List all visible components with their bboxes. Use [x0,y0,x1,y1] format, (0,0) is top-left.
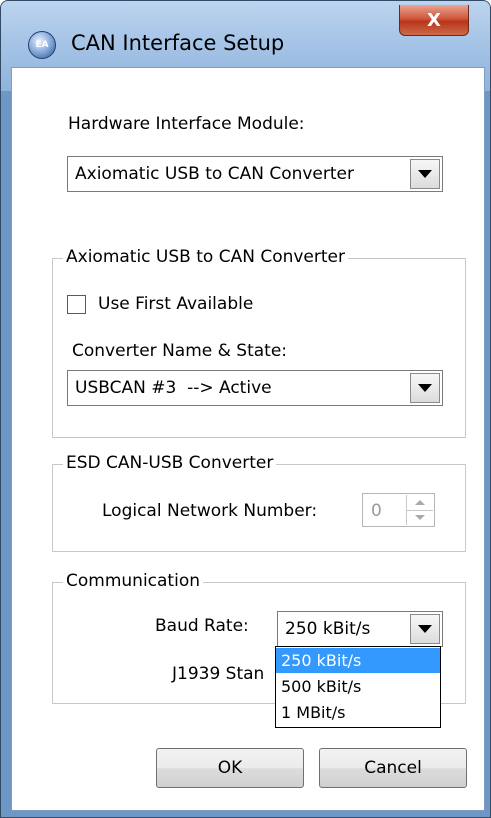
chevron-down-icon [418,170,432,178]
logical-network-label: Logical Network Number: [102,501,318,521]
baud-option-500[interactable]: 500 kBit/s [276,674,440,699]
converter-dropdown-button[interactable] [410,373,440,403]
axiomatic-group-legend: Axiomatic USB to CAN Converter [63,247,348,267]
window-title: CAN Interface Setup [71,31,285,55]
close-button[interactable]: X [399,5,469,36]
logical-network-spinner[interactable]: 0 [362,493,435,527]
chevron-down-icon [418,384,432,392]
spinner-up-button[interactable] [407,495,433,511]
hardware-dropdown-button[interactable] [410,159,440,189]
spinner-down-button[interactable] [407,510,433,525]
baud-rate-dropdown-button[interactable] [410,614,440,644]
baud-option-250[interactable]: 250 kBit/s [276,648,440,673]
use-first-available-checkbox[interactable] [67,295,86,314]
hardware-interface-label: Hardware Interface Module: [68,114,305,134]
converter-name-label: Converter Name & State: [72,341,288,361]
communication-group-legend: Communication [63,571,203,591]
ok-button[interactable]: OK [156,748,304,788]
cancel-button[interactable]: Cancel [319,748,467,788]
close-icon: X [427,9,441,31]
spinner-arrows [406,495,433,525]
baud-rate-label: Baud Rate: [155,616,249,636]
chevron-down-icon [418,625,432,633]
app-icon: EA [28,31,56,59]
converter-name-value: USBCAN #3 --> Active [75,378,272,398]
j1939-standard-label: J1939 Stan [172,664,265,684]
esd-group-legend: ESD CAN-USB Converter [63,453,277,473]
use-first-available-label: Use First Available [98,294,254,314]
ok-button-label: OK [217,758,243,778]
baud-rate-value: 250 kBit/s [285,619,371,639]
hardware-interface-select[interactable]: Axiomatic USB to CAN Converter [67,156,443,192]
logical-network-value: 0 [371,501,382,521]
arrow-down-icon [415,515,425,520]
converter-name-select[interactable]: USBCAN #3 --> Active [67,370,443,406]
arrow-up-icon [415,500,425,505]
baud-option-1m[interactable]: 1 MBit/s [276,700,440,725]
hardware-interface-value: Axiomatic USB to CAN Converter [75,164,354,184]
baud-rate-select[interactable]: 250 kBit/s [277,611,443,647]
cancel-button-label: Cancel [364,758,422,778]
baud-rate-dropdown-list: 250 kBit/s 500 kBit/s 1 MBit/s [275,646,441,728]
